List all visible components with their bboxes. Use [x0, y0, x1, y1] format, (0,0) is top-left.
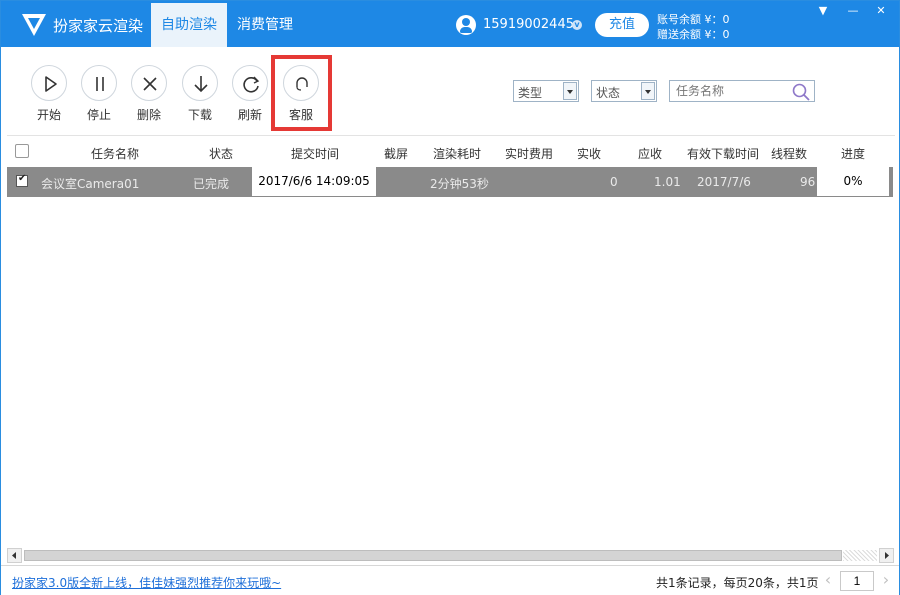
- horizontal-scrollbar[interactable]: [7, 548, 895, 563]
- title-bar: 扮家家云渲染 自助渲染 消费管理 15919002445 v 充值 账号余额 ¥…: [1, 1, 899, 47]
- tab-self-render[interactable]: 自助渲染: [151, 3, 227, 47]
- refresh-button[interactable]: 刷新: [230, 65, 270, 123]
- scroll-right-icon[interactable]: [879, 548, 894, 563]
- download-label: 下载: [187, 108, 212, 122]
- col-actual[interactable]: 实收: [577, 145, 601, 162]
- col-submit-time[interactable]: 提交时间: [291, 145, 339, 162]
- gift-balance: 赠送余额 ¥：0: [657, 28, 730, 41]
- user-phone[interactable]: 15919002445: [483, 17, 574, 32]
- cell-status: 已完成: [193, 177, 230, 191]
- account-balance: 账号余额 ¥：0: [657, 13, 730, 26]
- cell-due: 1.01: [654, 175, 681, 189]
- chevron-down-icon[interactable]: [563, 82, 577, 100]
- search-box[interactable]: [669, 80, 815, 102]
- col-task-name[interactable]: 任务名称: [91, 145, 139, 162]
- scrollbar-track[interactable]: [843, 550, 877, 561]
- delete-x-icon: [131, 65, 167, 101]
- refresh-icon: [232, 65, 268, 101]
- col-render-time[interactable]: 渲染耗时: [433, 145, 481, 162]
- cell-actual: 0: [610, 175, 618, 189]
- start-button[interactable]: 开始: [29, 65, 69, 123]
- highlight-box: [271, 55, 332, 131]
- cell-progress: 0%: [817, 167, 889, 196]
- col-screenshot[interactable]: 截屏: [384, 145, 408, 162]
- col-progress[interactable]: 进度: [841, 145, 865, 162]
- select-all-checkbox[interactable]: [15, 144, 29, 158]
- type-select[interactable]: 类型: [513, 80, 579, 102]
- play-icon: [31, 65, 67, 101]
- recharge-button[interactable]: 充值: [595, 13, 649, 37]
- status-select[interactable]: 状态: [591, 80, 657, 102]
- download-arrow-icon: [182, 65, 218, 101]
- news-link[interactable]: 扮家家3.0版全新上线，佳佳妹强烈推荐你来玩哦~: [12, 574, 281, 591]
- pause-icon: [81, 65, 117, 101]
- col-due[interactable]: 应收: [638, 145, 662, 162]
- pagination-info: 共1条记录，每页20条，共1页: [656, 576, 819, 590]
- chevron-down-icon[interactable]: [641, 82, 655, 100]
- table-header: 任务名称 状态 提交时间 截屏 渲染耗时 实时费用 实收 应收 有效下载时间 线…: [7, 135, 895, 167]
- app-window: 扮家家云渲染 自助渲染 消费管理 15919002445 v 充值 账号余额 ¥…: [0, 0, 900, 595]
- table-row[interactable]: 会议室Camera01 已完成 2017/6/6 14:09:05 2分钟53秒…: [7, 167, 893, 197]
- col-threads[interactable]: 线程数: [771, 145, 807, 162]
- col-status[interactable]: 状态: [209, 145, 233, 162]
- cell-valid-download: 2017/7/6: [697, 175, 751, 189]
- close-icon[interactable]: ✕: [867, 1, 895, 21]
- cell-submit-time: 2017/6/6 14:09:05: [252, 167, 376, 196]
- menu-dropdown-icon[interactable]: ▼: [809, 1, 837, 21]
- stop-label: 停止: [86, 108, 111, 122]
- scrollbar-thumb[interactable]: [24, 550, 842, 561]
- tab-consumption[interactable]: 消费管理: [237, 3, 293, 47]
- download-button[interactable]: 下载: [180, 65, 220, 123]
- refresh-label: 刷新: [237, 108, 262, 122]
- status-footer: 扮家家3.0版全新上线，佳佳妹强烈推荐你来玩哦~ 共1条记录，每页20条，共1页…: [1, 565, 899, 595]
- stop-button[interactable]: 停止: [79, 65, 119, 123]
- app-title: 扮家家云渲染: [53, 17, 144, 35]
- scroll-left-icon[interactable]: [7, 548, 22, 563]
- next-page-icon[interactable]: ›: [877, 570, 895, 590]
- prev-page-icon[interactable]: ‹: [819, 570, 837, 590]
- cell-render-time: 2分钟53秒: [430, 177, 489, 191]
- status-select-value: 状态: [596, 86, 621, 100]
- vip-badge-icon: v: [572, 20, 582, 30]
- app-logo-icon: [22, 14, 46, 36]
- col-valid-download[interactable]: 有效下载时间: [687, 145, 759, 162]
- cell-task-name: 会议室Camera01: [41, 177, 140, 191]
- cell-threads: 96: [800, 175, 816, 189]
- user-avatar-icon[interactable]: [456, 15, 476, 35]
- delete-button[interactable]: 删除: [129, 65, 169, 123]
- search-input[interactable]: [670, 81, 790, 101]
- minimize-icon[interactable]: —: [839, 1, 867, 21]
- type-select-value: 类型: [518, 86, 543, 100]
- col-realtime-cost[interactable]: 实时费用: [505, 145, 553, 162]
- start-label: 开始: [36, 108, 61, 122]
- search-icon[interactable]: [791, 82, 811, 102]
- row-checkbox[interactable]: [16, 173, 28, 187]
- page-number-input[interactable]: [840, 571, 874, 591]
- delete-label: 删除: [136, 108, 161, 122]
